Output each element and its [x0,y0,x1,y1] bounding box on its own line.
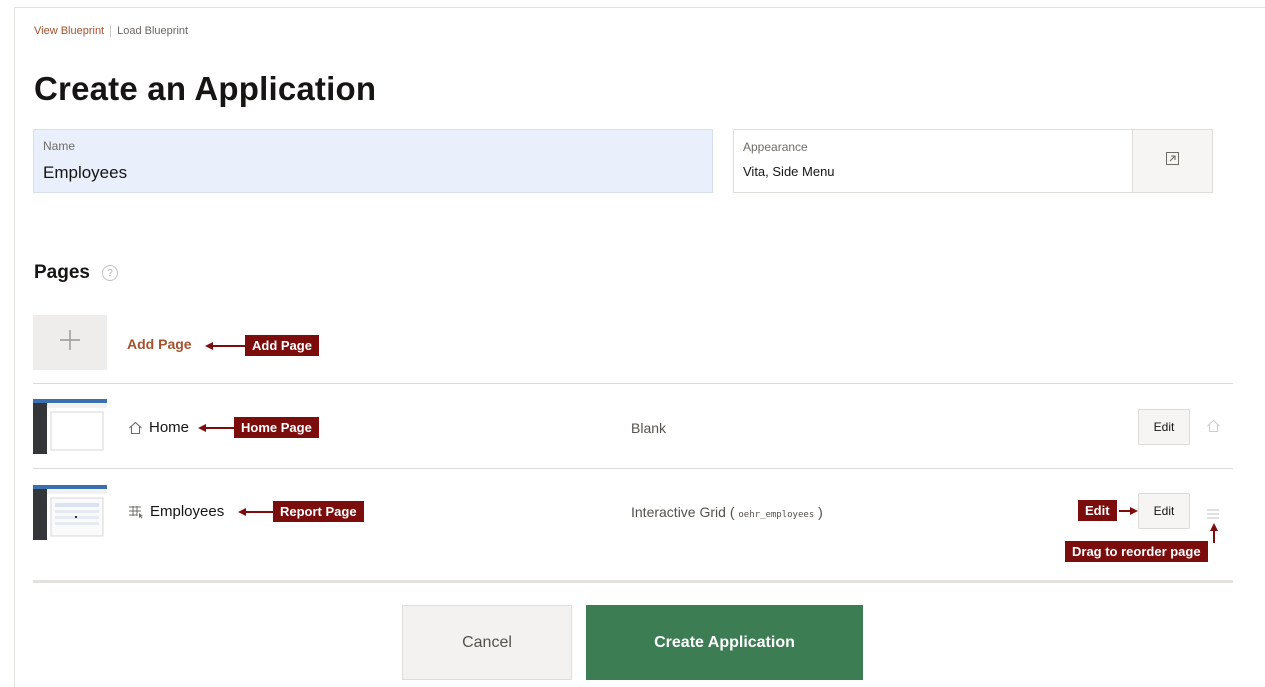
annotation-report-page: Report Page [273,501,364,522]
create-application-button[interactable]: Create Application [586,605,863,680]
drag-handle-icon[interactable] [1206,506,1220,524]
appearance-field[interactable]: Appearance Vita, Side Menu [733,129,1133,193]
row-divider [33,383,1233,384]
app-frame [14,7,1265,687]
external-link-icon [1166,152,1179,170]
load-blueprint-link[interactable]: Load Blueprint [117,25,188,37]
home-icon [128,421,143,435]
name-field[interactable]: Name Employees [33,129,713,193]
annotation-home-page: Home Page [234,417,319,438]
pages-heading: Pages ? [34,262,118,284]
add-page-link[interactable]: Add Page [127,336,192,352]
page-type-prefix: Interactive Grid ( [631,504,739,520]
annotation-arrow [1119,507,1138,515]
name-value[interactable]: Employees [43,163,127,183]
set-home-icon[interactable] [1206,419,1221,438]
edit-home-button[interactable]: Edit [1138,409,1190,445]
annotation-arrow [198,424,234,432]
employees-page-thumbnail [33,485,107,540]
page-type-home: Blank [631,420,667,436]
annotation-add-page: Add Page [245,335,319,356]
plus-icon [58,328,82,357]
annotation-arrow [205,342,247,350]
home-page-thumbnail [33,399,107,454]
view-blueprint-link[interactable]: View Blueprint [34,25,104,37]
page-name-home-label: Home [149,419,190,436]
help-icon[interactable]: ? [101,265,118,281]
annotation-arrow [1210,523,1218,543]
appearance-label: Appearance [743,140,808,154]
annotation-drag-reorder: Drag to reorder page [1065,541,1208,562]
grid-icon [128,505,144,519]
section-divider [33,580,1233,583]
annotation-edit: Edit [1078,500,1117,521]
blueprint-links: View Blueprint Load Blueprint [34,25,188,37]
page-type-suffix: ) [814,504,823,520]
appearance-value: Vita, Side Menu [743,164,835,179]
page-name-home[interactable]: Home [128,419,189,436]
appearance-popup-button[interactable] [1133,129,1213,193]
page-title: Create an Application [34,70,377,107]
row-divider [33,468,1233,469]
annotation-arrow [238,508,274,516]
page-name-employees[interactable]: Employees [128,503,224,520]
edit-employees-button[interactable]: Edit [1138,493,1190,529]
name-label: Name [43,139,76,153]
cancel-button[interactable]: Cancel [402,605,572,680]
pages-heading-label: Pages [34,262,90,283]
add-page-tile[interactable] [33,315,107,370]
page-name-employees-label: Employees [150,503,225,520]
page-type-employees: Interactive Grid ( oehr_employees ) [631,504,823,520]
page-type-table: oehr_employees [738,510,815,520]
link-separator [110,25,112,37]
